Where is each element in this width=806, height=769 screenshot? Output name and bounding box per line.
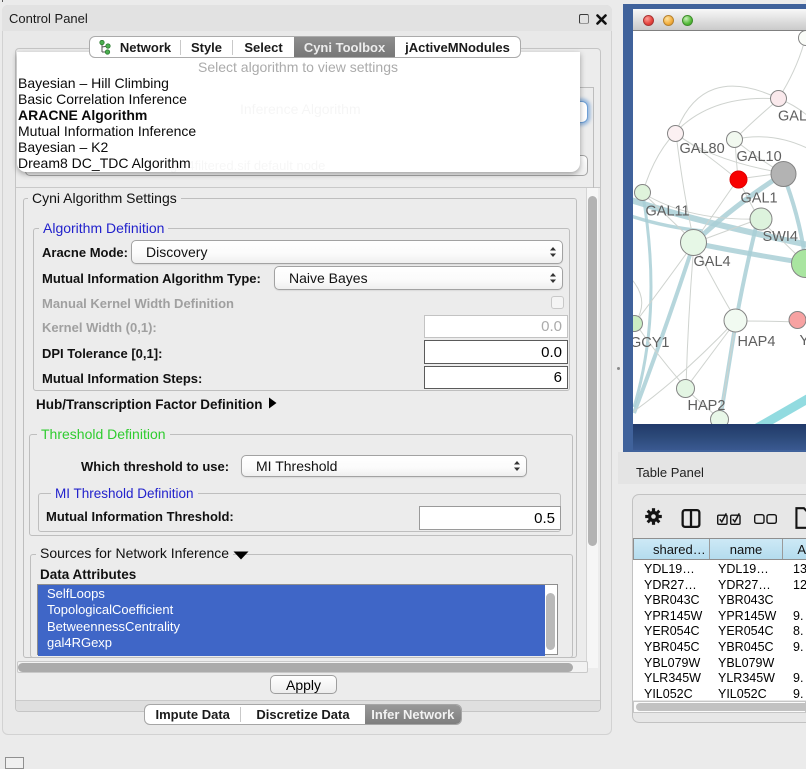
svg-text:HAP4: HAP4 <box>738 334 776 350</box>
svg-text:HAP2: HAP2 <box>688 398 726 414</box>
svg-text:SWI4: SWI4 <box>763 229 798 245</box>
svg-text:GAL10: GAL10 <box>737 149 782 165</box>
svg-text:Y: Y <box>800 333 806 349</box>
svg-text:GAL1: GAL1 <box>741 191 778 207</box>
svg-text:GAL2: GAL2 <box>778 109 806 125</box>
svg-text:GAL80: GAL80 <box>680 141 725 157</box>
svg-text:GCY1: GCY1 <box>633 335 670 351</box>
svg-text:GAL4: GAL4 <box>694 254 731 270</box>
svg-text:GAL11: GAL11 <box>646 204 690 220</box>
